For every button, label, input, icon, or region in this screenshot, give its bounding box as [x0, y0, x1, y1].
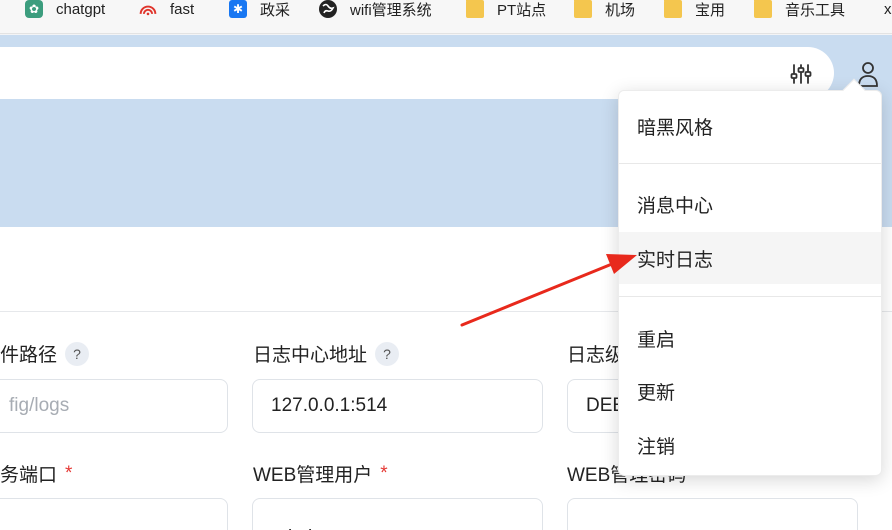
globe-icon	[319, 0, 337, 18]
log-level-label: 日志级	[567, 345, 625, 366]
required-mark: *	[65, 462, 73, 484]
web-admin-password-input[interactable]: ••••••••••••••••••••	[567, 498, 858, 530]
web-admin-user-input[interactable]: admin	[252, 498, 543, 530]
log-center-address-label: 日志中心地址 ?	[253, 340, 400, 367]
menu-item-restart[interactable]: 重启	[619, 312, 881, 364]
web-admin-user-label: WEB管理用户 *	[253, 462, 388, 487]
help-icon[interactable]: ?	[65, 341, 90, 366]
folder-icon	[754, 0, 772, 18]
wifi-signal-icon	[139, 0, 157, 18]
bookmarks-bar: ✿ chatgpt fast ✱ 政采 wifi管理系统 PT站点 机场 宝用 …	[0, 0, 892, 34]
bookmark-fast[interactable]: fast	[139, 0, 194, 18]
bookmark-chatgpt[interactable]: ✿ chatgpt	[25, 0, 105, 18]
bookmark-label: fast	[170, 0, 195, 18]
menu-item-realtime-log[interactable]: 实时日志	[619, 232, 881, 284]
log-path-label: 件路径 ?	[0, 340, 90, 367]
menu-divider	[619, 163, 881, 164]
bookmark-label: 音乐工具	[785, 1, 846, 19]
menu-item-message-center[interactable]: 消息中心	[619, 178, 881, 230]
bookmark-label: PT站点	[497, 1, 547, 19]
folder-icon	[664, 0, 682, 18]
required-mark: *	[380, 462, 388, 484]
chatgpt-icon: ✿	[25, 0, 43, 18]
service-port-input[interactable]	[0, 498, 228, 530]
log-center-address-input[interactable]: 127.0.0.1:514	[252, 379, 543, 433]
menu-divider	[619, 296, 881, 297]
service-port-label: 务端口 *	[0, 462, 73, 487]
bookmark-label: 宝用	[695, 1, 726, 19]
snowflake-icon: ✱	[229, 0, 247, 18]
bookmark-label: chatgpt	[56, 0, 106, 18]
folder-icon	[574, 0, 592, 18]
folder-icon	[466, 0, 484, 18]
log-path-input[interactable]: fig/logs	[0, 379, 228, 433]
bookmark-label: wifi管理系统	[350, 1, 432, 19]
sliders-icon[interactable]	[789, 62, 813, 86]
user-dropdown-menu: 暗黑风格 消息中心 实时日志 重启 更新 注销	[618, 90, 882, 476]
bookmark-more[interactable]: x	[884, 0, 892, 18]
bookmark-music-tools[interactable]: 音乐工具	[754, 0, 846, 19]
bookmark-label: 政采	[260, 1, 291, 19]
bookmark-label: x	[884, 0, 892, 18]
menu-item-update[interactable]: 更新	[619, 365, 881, 417]
bookmark-jichang[interactable]: 机场	[574, 0, 636, 19]
bookmark-pt[interactable]: PT站点	[466, 0, 547, 19]
bookmark-label: 机场	[605, 1, 636, 19]
menu-item-logout[interactable]: 注销	[619, 419, 881, 471]
bookmark-zhengcai[interactable]: ✱ 政采	[229, 0, 291, 19]
bookmark-wifi-system[interactable]: wifi管理系统	[319, 0, 432, 19]
help-icon[interactable]: ?	[375, 341, 400, 366]
bookmark-baoyong[interactable]: 宝用	[664, 0, 726, 19]
menu-item-dark-mode[interactable]: 暗黑风格	[619, 100, 881, 152]
